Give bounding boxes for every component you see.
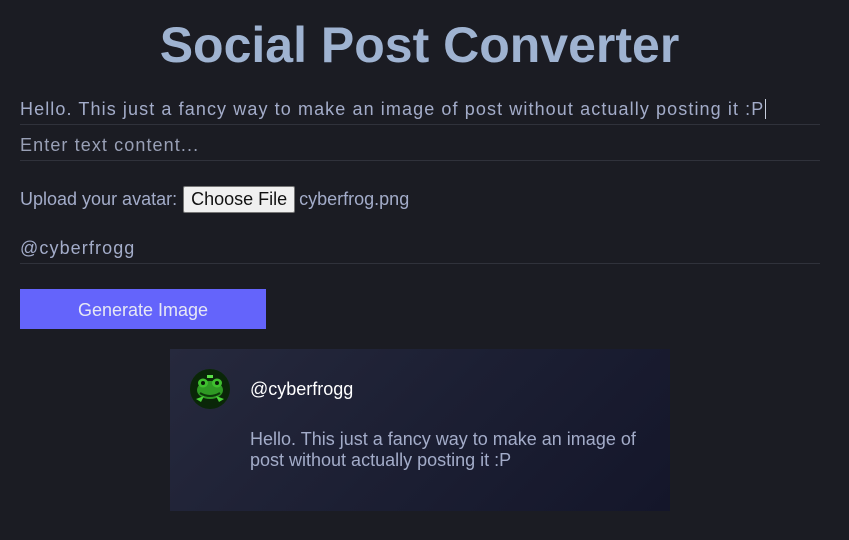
choose-file-button[interactable]: Choose File (183, 186, 296, 213)
selected-file-name: cyberfrog.png (299, 189, 410, 209)
post-text-value: Hello. This just a fancy way to make an … (20, 99, 765, 119)
preview-username: @cyberfrogg (250, 379, 354, 399)
post-text-input[interactable]: Hello. This just a fancy way to make an … (20, 89, 820, 125)
preview-post-text: Hello. This just a fancy way to make an … (250, 429, 636, 470)
generate-image-button[interactable]: Generate Image (20, 289, 266, 329)
page-title: Social Post Converter (159, 17, 680, 73)
avatar-upload-row: Upload your avatar: Choose File cyberfro… (20, 186, 409, 213)
content-placeholder: Enter text content... (20, 135, 200, 155)
upload-avatar-label: Upload your avatar: (20, 189, 178, 209)
content-input[interactable]: Enter text content... (20, 125, 820, 161)
username-input[interactable]: @cyberfrogg (20, 228, 820, 264)
username-value: @cyberfrogg (20, 238, 136, 258)
text-caret (765, 99, 767, 119)
post-preview-card: @cyberfrogg Hello. This just a fancy way… (170, 349, 670, 511)
frog-avatar-graphic (190, 369, 230, 409)
frog-avatar-icon (190, 369, 230, 409)
